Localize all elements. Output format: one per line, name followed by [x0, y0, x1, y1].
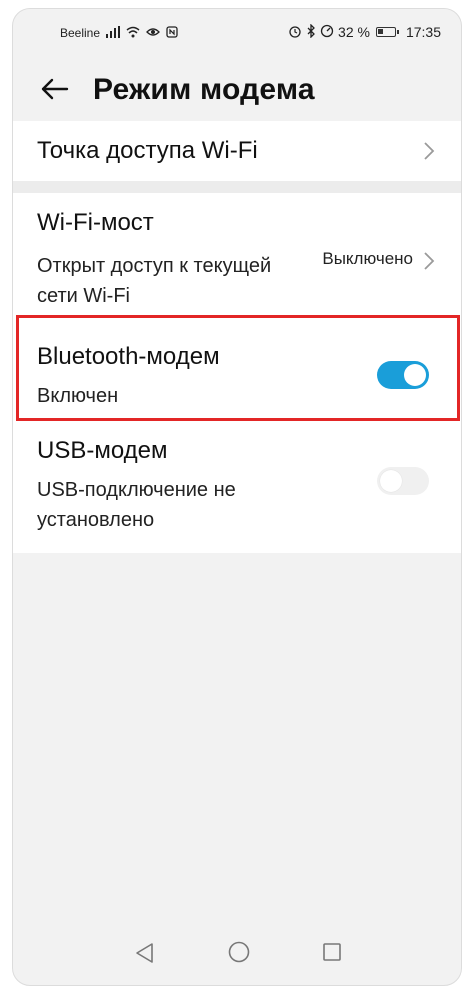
wifi-icon: [126, 26, 140, 40]
settings-list: Точка доступа Wi-Fi Wi-Fi-мост Открыт до…: [13, 121, 461, 553]
bluetooth-modem-row[interactable]: Bluetooth-модем Включен: [13, 323, 461, 423]
toggle-knob: [404, 364, 426, 386]
arrow-left-icon: [41, 78, 69, 100]
carrier-name: Beeline: [60, 26, 101, 40]
usb-modem-label: USB-модем: [37, 437, 168, 464]
alarm-icon: [288, 24, 302, 40]
status-bar: Beeline 32 % 17:35: [13, 9, 461, 55]
phone-screen: Beeline 32 % 17:35 Режим модема Точка до…: [12, 8, 462, 986]
bluetooth-modem-toggle[interactable]: [377, 361, 429, 389]
bluetooth-modem-label: Bluetooth-модем: [37, 343, 220, 370]
hotspot-row[interactable]: Точка доступа Wi-Fi: [13, 121, 461, 181]
circle-home-icon[interactable]: [227, 940, 251, 964]
eye-icon: [146, 26, 160, 40]
toggle-knob: [380, 470, 402, 492]
battery-icon: [375, 27, 399, 37]
wifi-bridge-description: Открыт доступ к текущей сети Wi-Fi: [37, 255, 272, 307]
section-divider: [13, 181, 461, 193]
speed-icon: [320, 24, 334, 40]
nfc-icon: [166, 26, 178, 40]
battery-fill: [377, 29, 383, 34]
hotspot-label: Точка доступа Wi-Fi: [37, 137, 258, 164]
navigation-bar: [13, 925, 461, 985]
status-right: 32 % 17:35: [288, 23, 441, 40]
signal-icon: [106, 26, 121, 40]
page-title: Режим модема: [93, 73, 315, 106]
wifi-bridge-status: Выключено: [322, 249, 413, 268]
wifi-bridge-row[interactable]: Wi-Fi-мост Открыт доступ к текущей сети …: [13, 193, 461, 323]
bluetooth-icon: [306, 23, 316, 40]
back-button[interactable]: [37, 71, 73, 107]
chevron-right-icon: [424, 142, 435, 160]
chevron-right-icon: [424, 252, 435, 270]
usb-modem-toggle[interactable]: [377, 467, 429, 495]
status-left: Beeline: [60, 26, 178, 40]
usb-modem-row[interactable]: USB-модем USB-подключение не установлено: [13, 423, 461, 553]
wifi-bridge-label: Wi-Fi-мост: [37, 209, 154, 236]
usb-modem-description: USB-подключение не установлено: [37, 479, 236, 531]
app-header: Режим модема: [13, 61, 461, 121]
bluetooth-modem-status: Включен: [37, 385, 119, 407]
square-recents-icon[interactable]: [321, 941, 343, 963]
triangle-back-icon[interactable]: [133, 941, 155, 965]
battery-percent: 32 %: [338, 24, 370, 40]
clock: 17:35: [405, 24, 441, 40]
